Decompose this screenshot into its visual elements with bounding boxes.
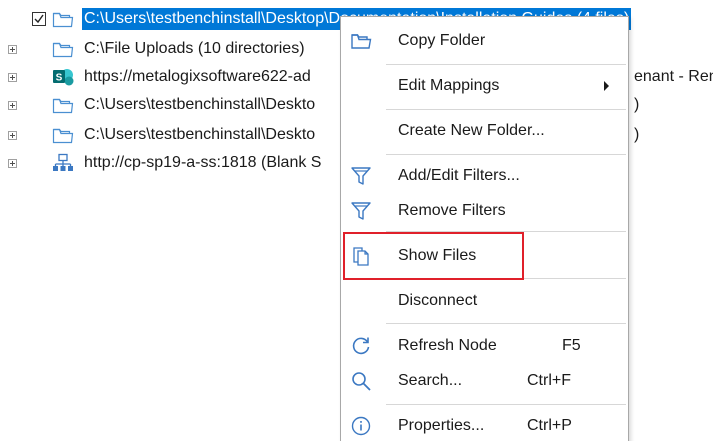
menu-separator [386, 154, 626, 155]
folder-icon [52, 98, 74, 114]
folder-icon [52, 42, 74, 58]
checkmark-icon [34, 14, 44, 24]
menu-item-label: Add/Edit Filters... [398, 167, 520, 184]
menu-item-label: Search... [398, 372, 463, 389]
context-menu: Copy Folder Edit Mappings Create New Fol… [340, 16, 629, 441]
documents-icon [353, 247, 369, 266]
menu-separator [386, 109, 626, 110]
tree-row-label[interactable]: C:\File Uploads (10 directories) [82, 38, 307, 60]
menu-item-label: Refresh Node [398, 337, 497, 354]
menu-item-create-new-folder[interactable]: Create New Folder... [341, 111, 628, 151]
expand-icon[interactable] [8, 73, 17, 82]
menu-item-search[interactable]: Search... Ctrl+F [341, 361, 628, 401]
sharepoint-icon: S [53, 69, 74, 86]
menu-separator [386, 231, 626, 232]
menu-item-refresh-node[interactable]: Refresh Node F5 [341, 326, 628, 366]
tree-row-label[interactable]: C:\Users\testbenchinstall\Deskto [82, 94, 317, 116]
menu-item-shortcut: Ctrl+P [527, 417, 572, 434]
network-icon [53, 153, 73, 171]
menu-item-add-edit-filters[interactable]: Add/Edit Filters... [341, 156, 628, 196]
refresh-icon [352, 337, 370, 355]
menu-item-label: Show Files [398, 247, 477, 264]
menu-item-label: Create New Folder... [398, 122, 545, 139]
tree-row-file-uploads[interactable]: C:\File Uploads (10 directories) [0, 38, 340, 60]
menu-separator [386, 404, 626, 405]
expand-icon[interactable] [8, 45, 17, 54]
submenu-arrow-icon [604, 81, 609, 91]
expand-icon[interactable] [8, 131, 17, 140]
menu-separator [386, 278, 626, 279]
search-icon [352, 372, 371, 391]
menu-item-show-files[interactable]: Show Files [341, 236, 628, 276]
menu-item-shortcut: F5 [562, 337, 581, 354]
menu-separator [386, 323, 626, 324]
menu-item-properties[interactable]: Properties... Ctrl+P [341, 406, 628, 441]
filter-remove-icon [351, 202, 371, 220]
menu-item-edit-mappings[interactable]: Edit Mappings [341, 66, 628, 106]
filter-icon [351, 167, 371, 185]
tree-row-label[interactable]: https://metalogixsoftware622-ad [82, 66, 313, 88]
tree-row-sp-server[interactable]: http://cp-sp19-a-ss:1818 (Blank S [0, 152, 340, 174]
folder-icon [52, 128, 74, 144]
folder-icon [351, 34, 372, 49]
info-icon [351, 416, 371, 436]
tree-checkbox[interactable] [32, 12, 46, 26]
menu-item-label: Disconnect [398, 292, 478, 309]
menu-item-label: Remove Filters [398, 202, 506, 219]
menu-item-label: Copy Folder [398, 32, 486, 49]
menu-item-disconnect[interactable]: Disconnect [341, 281, 628, 321]
menu-item-remove-filters[interactable]: Remove Filters [341, 191, 628, 231]
folder-icon [52, 12, 74, 28]
tree-row-label-suffix: enant - Ren [634, 68, 713, 85]
svg-text:S: S [56, 73, 63, 84]
tree-row-label-suffix: ) [634, 126, 640, 143]
application-window: C:\Users\testbenchinstall\Desktop\Docume… [0, 0, 713, 441]
tree-row-label[interactable]: http://cp-sp19-a-ss:1818 (Blank S [82, 152, 323, 174]
menu-item-shortcut: Ctrl+F [527, 372, 571, 389]
menu-separator [386, 64, 626, 65]
tree-row-label[interactable]: C:\Users\testbenchinstall\Deskto [82, 124, 317, 146]
menu-item-label: Edit Mappings [398, 77, 500, 94]
menu-item-copy-folder[interactable]: Copy Folder [341, 21, 628, 61]
expand-icon[interactable] [8, 101, 17, 110]
menu-item-label: Properties... [398, 417, 485, 434]
expand-icon[interactable] [8, 159, 17, 168]
tree-row-label-suffix: ) [634, 96, 640, 113]
